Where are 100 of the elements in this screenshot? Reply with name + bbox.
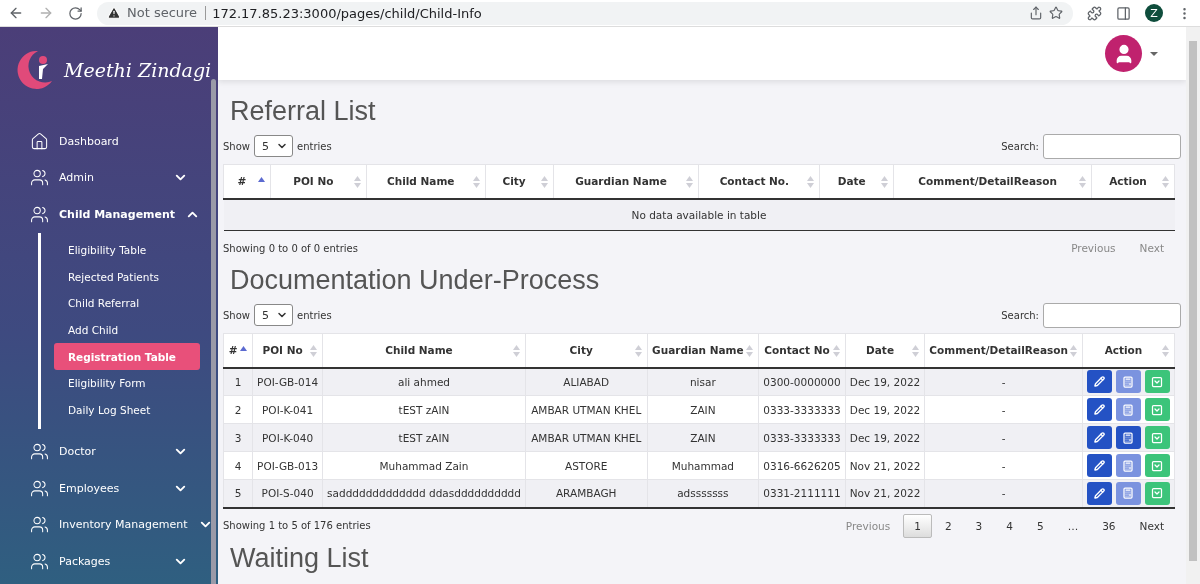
sidebar-item[interactable]: Employees <box>0 469 218 507</box>
star-icon[interactable] <box>1049 6 1063 20</box>
column-header[interactable]: Action <box>1091 164 1175 199</box>
archive-button[interactable] <box>1145 454 1170 477</box>
table-cell: ALIABAD <box>525 367 647 396</box>
sort-icon <box>1162 176 1169 188</box>
column-header[interactable]: Guardian Name <box>647 333 759 368</box>
table-cell: - <box>924 451 1083 480</box>
edit-button[interactable] <box>1087 454 1112 477</box>
reload-icon[interactable] <box>68 5 83 21</box>
table-cell: Muhammad Zain <box>322 451 526 480</box>
scrollbar[interactable] <box>211 79 216 584</box>
address-bar[interactable]: Not secure 172.17.85.23:3000/pages/child/Child-Info <box>97 1 1073 25</box>
caret-icon[interactable] <box>1150 51 1158 56</box>
sidebar-item[interactable]: Dashboard <box>0 123 218 160</box>
sidebar-subitem[interactable]: Rejected Patients <box>54 263 200 290</box>
page-size-select[interactable]: 5 <box>254 135 293 157</box>
share-icon[interactable] <box>1029 6 1043 20</box>
sort-icon <box>807 176 815 188</box>
pencil-icon <box>1094 460 1105 471</box>
sidebar-item[interactable]: Packages <box>0 542 218 580</box>
calculator-button[interactable] <box>1116 426 1141 449</box>
archive-icon <box>1151 403 1164 416</box>
page-button[interactable]: 36 <box>1091 513 1127 538</box>
profile-avatar[interactable]: Z <box>1145 4 1163 22</box>
column-header[interactable]: Child Name <box>366 164 486 199</box>
edit-button[interactable] <box>1087 398 1112 421</box>
sidebar-item[interactable]: Child Management <box>0 196 218 233</box>
column-header[interactable]: City <box>485 164 554 199</box>
table-cell: ZAIN <box>647 423 759 452</box>
search-label: Search: <box>1001 309 1039 321</box>
edit-button[interactable] <box>1087 426 1112 449</box>
back-icon[interactable] <box>8 5 24 21</box>
sidebar-item[interactable]: Doctor <box>0 433 218 470</box>
side-panel-icon[interactable] <box>1116 5 1131 21</box>
column-header[interactable]: Contact No <box>758 333 846 368</box>
sidebar-subitem[interactable]: Registration Table <box>54 343 200 370</box>
calculator-icon <box>1122 431 1135 444</box>
pencil-icon <box>1094 404 1105 415</box>
table-cell: POI-K-041 <box>252 395 323 424</box>
table-cell: Muhammad <box>647 451 759 480</box>
column-header[interactable]: Date <box>819 164 894 199</box>
archive-button[interactable] <box>1145 398 1170 421</box>
sidebar-subitem[interactable]: Daily Log Sheet <box>54 396 200 424</box>
page-button[interactable]: … <box>1056 513 1090 538</box>
forward-icon[interactable] <box>38 5 54 21</box>
column-header[interactable]: # <box>223 164 271 199</box>
table-cell: ZAIN <box>647 395 759 424</box>
sidebar-subitem[interactable]: Add Child <box>54 316 200 344</box>
edit-button[interactable] <box>1087 370 1112 394</box>
archive-button[interactable] <box>1145 426 1170 449</box>
table-cell: 0333-3333333 <box>758 423 846 452</box>
table-cell: tEST zAIN <box>322 395 526 424</box>
column-header[interactable]: Action <box>1082 333 1175 368</box>
column-header[interactable]: POI No <box>252 333 323 368</box>
table-cell: 0316-6626205 <box>758 451 846 480</box>
column-header[interactable]: City <box>525 333 647 368</box>
user-avatar[interactable] <box>1105 35 1142 72</box>
page-button[interactable]: 3 <box>964 513 994 538</box>
extensions-icon[interactable] <box>1087 5 1102 21</box>
page-size-select[interactable]: 5 <box>254 304 293 326</box>
column-header[interactable]: Comment/DetailReason <box>893 164 1092 199</box>
archive-button[interactable] <box>1145 481 1170 505</box>
column-header[interactable]: POI No <box>270 164 367 199</box>
sort-icon <box>881 176 889 188</box>
sort-icon <box>310 345 318 357</box>
column-header[interactable]: # <box>223 333 253 368</box>
page-button[interactable]: 1 <box>903 513 932 538</box>
sidebar-subitem[interactable]: Child Referral <box>54 289 200 317</box>
sidebar-subitem[interactable]: Eligibility Table <box>54 236 200 264</box>
sort-icon <box>912 345 920 357</box>
archive-button[interactable] <box>1145 370 1170 394</box>
table-cell: Nov 21, 2022 <box>845 451 925 480</box>
column-header[interactable]: Contact No. <box>698 164 820 199</box>
archive-icon <box>1151 375 1164 388</box>
empty-message: No data available in table <box>223 198 1175 231</box>
page-button[interactable]: 2 <box>933 513 963 538</box>
users-icon <box>30 204 49 224</box>
page-button[interactable]: 5 <box>1025 513 1055 538</box>
column-header[interactable]: Guardian Name <box>553 164 699 199</box>
table-cell: - <box>924 423 1083 452</box>
search-field[interactable] <box>1043 133 1181 159</box>
next-button[interactable]: Next <box>1128 513 1175 538</box>
users-icon <box>30 168 49 188</box>
column-header[interactable]: Date <box>845 333 925 368</box>
sort-icon <box>1162 345 1169 357</box>
sidebar-item[interactable]: Inventory Management <box>0 506 218 543</box>
pencil-icon <box>1094 376 1105 388</box>
search-field[interactable] <box>1043 302 1181 328</box>
column-header[interactable]: Child Name <box>322 333 526 368</box>
page-button[interactable]: 4 <box>995 513 1024 538</box>
sidebar-subitem[interactable]: Eligibility Form <box>54 369 200 397</box>
edit-button[interactable] <box>1087 481 1112 505</box>
table-cell: Dec 19, 2022 <box>845 367 925 396</box>
sidebar-item[interactable]: Admin <box>0 159 218 196</box>
brand-name: Meethi Zindagi <box>64 59 212 81</box>
archive-icon <box>1151 431 1164 444</box>
scrollbar[interactable] <box>1186 27 1200 584</box>
column-header[interactable]: Comment/DetailReason <box>924 333 1083 368</box>
entries-label: entries <box>297 309 332 321</box>
